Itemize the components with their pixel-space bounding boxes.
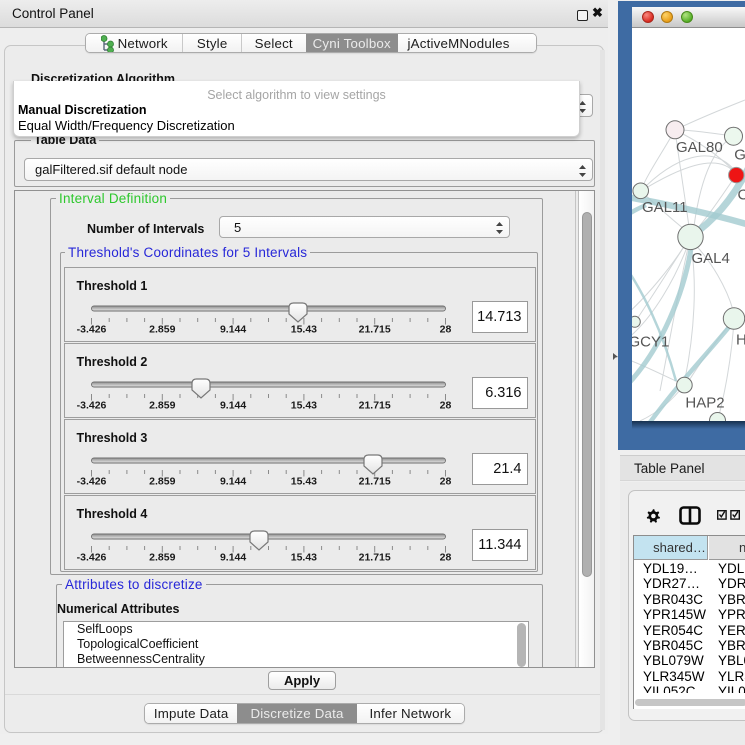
svg-text:21.715: 21.715 [358, 400, 390, 412]
svg-text:15.43: 15.43 [290, 476, 316, 488]
svg-text:GAL4: GAL4 [692, 249, 730, 266]
svg-text:2.859: 2.859 [149, 476, 175, 488]
svg-text:GCY1: GCY1 [632, 333, 669, 350]
svg-text:GAL11: GAL11 [642, 199, 688, 216]
svg-text:2.859: 2.859 [149, 400, 175, 412]
svg-text:-3.426: -3.426 [76, 476, 106, 488]
svg-text:-3.426: -3.426 [76, 552, 106, 564]
svg-text:9.144: 9.144 [219, 552, 245, 564]
svg-text:2.859: 2.859 [149, 552, 175, 564]
svg-text:21.715: 21.715 [358, 552, 390, 564]
svg-text:GAL2: GAL2 [734, 146, 745, 163]
svg-text:9.144: 9.144 [219, 400, 245, 412]
svg-text:CDC2: CDC2 [738, 186, 745, 203]
svg-text:15.43: 15.43 [290, 324, 316, 336]
svg-text:28: 28 [439, 552, 451, 564]
svg-text:HAP2: HAP2 [685, 394, 724, 411]
svg-text:-3.426: -3.426 [76, 400, 106, 412]
svg-text:15.43: 15.43 [290, 552, 316, 564]
svg-text:28: 28 [439, 476, 451, 488]
svg-text:28: 28 [439, 324, 451, 336]
svg-text:28: 28 [439, 400, 451, 412]
svg-text:H: H [736, 331, 745, 348]
svg-text:9.144: 9.144 [219, 324, 245, 336]
svg-text:21.715: 21.715 [358, 476, 390, 488]
svg-text:2.859: 2.859 [149, 324, 175, 336]
svg-text:GAL80: GAL80 [676, 139, 723, 156]
svg-text:15.43: 15.43 [290, 400, 316, 412]
svg-text:9.144: 9.144 [219, 476, 245, 488]
svg-text:-3.426: -3.426 [76, 324, 106, 336]
svg-text:21.715: 21.715 [358, 324, 390, 336]
